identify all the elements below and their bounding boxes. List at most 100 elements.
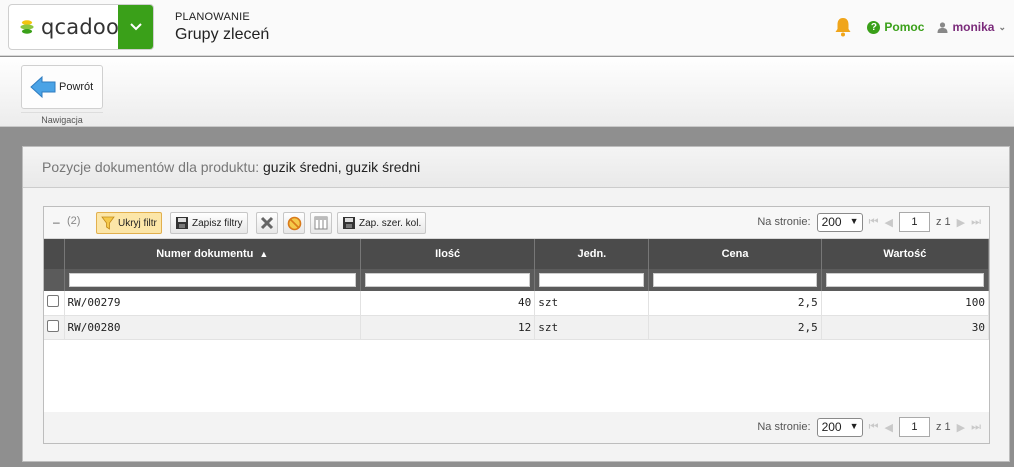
column-header-label: Cena bbox=[721, 248, 749, 260]
row-checkbox[interactable] bbox=[47, 295, 59, 308]
page-title: Grupy zleceń bbox=[175, 26, 270, 43]
column-header-label: Wartość bbox=[883, 248, 927, 260]
cell-value: 30 bbox=[821, 315, 990, 340]
column-header-unit[interactable]: Jedn. bbox=[534, 239, 650, 269]
cell-quantity: 40 bbox=[360, 291, 536, 316]
row-checkbox[interactable] bbox=[47, 319, 59, 332]
ribbon-group-navigation: Powrót Nawigacja bbox=[21, 65, 103, 125]
reset-button[interactable] bbox=[283, 212, 305, 234]
clear-filters-button[interactable] bbox=[256, 212, 278, 234]
cell-price: 2,5 bbox=[648, 315, 822, 340]
columns-button[interactable] bbox=[310, 212, 332, 234]
main-menu-button[interactable] bbox=[118, 5, 153, 49]
help-icon: ? bbox=[867, 20, 881, 34]
breadcrumb: PLANOWANIE Grupy zleceń bbox=[175, 11, 269, 44]
save-column-widths-button[interactable]: Zap. szer. kol. bbox=[337, 212, 427, 234]
table-row[interactable]: RW/00279 40 szt 2,5 100 bbox=[44, 291, 990, 316]
pager-bottom: Na stronie: 200 ▼ ⏮ ◀ 1 z 1 ▶ ⏭ bbox=[757, 417, 981, 437]
cell-unit: szt bbox=[534, 315, 650, 340]
per-page-label: Na stronie: bbox=[757, 421, 811, 433]
floppy-disk-icon bbox=[176, 217, 188, 229]
grid-toolbar: – (2) Ukryj filtr Zapisz filtry Zap. sze… bbox=[44, 207, 989, 239]
chevron-down-icon: ▼ bbox=[849, 215, 859, 226]
user-menu[interactable]: monika ⌄ bbox=[937, 20, 1006, 34]
chevron-down-icon: ⌄ bbox=[998, 21, 1006, 32]
columns-icon bbox=[314, 216, 328, 230]
user-name: monika bbox=[952, 20, 995, 34]
per-page-select[interactable]: 200 ▼ bbox=[816, 212, 863, 232]
cell-price: 2,5 bbox=[648, 291, 822, 316]
panel-header-label: Pozycje dokumentów dla produktu: bbox=[42, 159, 260, 175]
help-link[interactable]: ? Pomoc bbox=[867, 20, 924, 34]
logo[interactable]: qcadoo bbox=[9, 5, 119, 49]
page-total-label: z 1 bbox=[935, 216, 951, 228]
cell-quantity: 12 bbox=[360, 315, 536, 340]
table-row[interactable]: RW/00280 12 szt 2,5 30 bbox=[44, 315, 990, 340]
per-page-label: Na stronie: bbox=[757, 216, 811, 228]
filter-cell bbox=[360, 269, 536, 291]
header-actions: ? Pomoc monika ⌄ bbox=[834, 17, 1006, 37]
back-button[interactable]: Powrót bbox=[21, 65, 103, 109]
column-header-value[interactable]: Wartość bbox=[821, 239, 990, 269]
first-page-icon[interactable]: ⏮ bbox=[869, 216, 879, 229]
panel-header-value: guzik średni, guzik średni bbox=[263, 159, 421, 175]
grid-footer: Na stronie: 200 ▼ ⏮ ◀ 1 z 1 ▶ ⏭ bbox=[43, 412, 990, 444]
filter-cell bbox=[821, 269, 990, 291]
collapse-button[interactable]: – bbox=[53, 215, 60, 229]
column-header-number[interactable]: Numer dokumentu ▲ bbox=[64, 239, 362, 269]
grid-header-row: Numer dokumentu ▲ Ilość Jedn. Cena Wartoś… bbox=[44, 239, 990, 269]
prohibited-icon bbox=[287, 216, 301, 230]
filter-quantity-input[interactable] bbox=[365, 273, 531, 287]
cell-value: 100 bbox=[821, 291, 990, 316]
floppy-disk-icon bbox=[343, 217, 355, 229]
per-page-select[interactable]: 200 ▼ bbox=[816, 417, 863, 437]
next-page-icon[interactable]: ▶ bbox=[957, 216, 965, 229]
row-select-cell bbox=[44, 291, 65, 316]
cell-unit: szt bbox=[534, 291, 650, 316]
record-count: (2) bbox=[67, 215, 81, 227]
close-icon bbox=[260, 216, 274, 230]
next-page-icon[interactable]: ▶ bbox=[957, 421, 965, 434]
ribbon-group-label: Nawigacja bbox=[21, 112, 103, 125]
filter-cell bbox=[534, 269, 650, 291]
filter-price-input[interactable] bbox=[653, 273, 817, 287]
filter-unit-input[interactable] bbox=[539, 273, 645, 287]
top-bar: qcadoo PLANOWANIE Grupy zleceń ? Pomoc m… bbox=[0, 0, 1014, 56]
prev-page-icon[interactable]: ◀ bbox=[884, 421, 892, 434]
cell-number: RW/00280 bbox=[64, 315, 362, 340]
filter-number-input[interactable] bbox=[68, 273, 356, 287]
page-total-label: z 1 bbox=[935, 421, 951, 433]
help-label: Pomoc bbox=[884, 20, 925, 34]
column-header-label: Jedn. bbox=[577, 248, 607, 260]
filter-icon bbox=[101, 216, 115, 230]
last-page-icon[interactable]: ⏭ bbox=[971, 216, 981, 229]
chevron-down-icon: ▼ bbox=[849, 420, 859, 431]
filter-value-input[interactable] bbox=[825, 273, 984, 287]
save-filters-button[interactable]: Zapisz filtry bbox=[170, 212, 248, 234]
ribbon: Powrót Nawigacja bbox=[0, 57, 1014, 127]
row-select-cell bbox=[44, 315, 65, 340]
column-header-label: Numer dokumentu bbox=[156, 248, 254, 260]
qcadoo-logo-icon bbox=[20, 20, 34, 34]
column-header-quantity[interactable]: Ilość bbox=[360, 239, 536, 269]
chevron-down-icon bbox=[129, 23, 142, 31]
main-panel: Pozycje dokumentów dla produktu: guzik ś… bbox=[22, 146, 1010, 462]
last-page-icon[interactable]: ⏭ bbox=[971, 421, 981, 434]
grid-table: Numer dokumentu ▲ Ilość Jedn. Cena Wartoś… bbox=[44, 239, 990, 340]
logo-text: qcadoo bbox=[41, 15, 119, 39]
hide-filter-button[interactable]: Ukryj filtr bbox=[96, 212, 162, 234]
user-icon bbox=[937, 21, 948, 33]
bell-icon[interactable] bbox=[834, 17, 852, 37]
column-header-price[interactable]: Cena bbox=[648, 239, 822, 269]
page-input[interactable]: 1 bbox=[898, 417, 930, 437]
page-input[interactable]: 1 bbox=[898, 212, 930, 232]
prev-page-icon[interactable]: ◀ bbox=[884, 216, 892, 229]
per-page-value: 200 bbox=[821, 215, 842, 229]
filter-row bbox=[44, 269, 990, 291]
grid: – (2) Ukryj filtr Zapisz filtry Zap. sze… bbox=[43, 206, 990, 440]
sort-ascending-icon: ▲ bbox=[259, 249, 269, 259]
per-page-value: 200 bbox=[821, 420, 842, 434]
first-page-icon[interactable]: ⏮ bbox=[869, 421, 879, 434]
column-header-label: Ilość bbox=[435, 248, 461, 260]
select-all-header bbox=[44, 239, 65, 269]
